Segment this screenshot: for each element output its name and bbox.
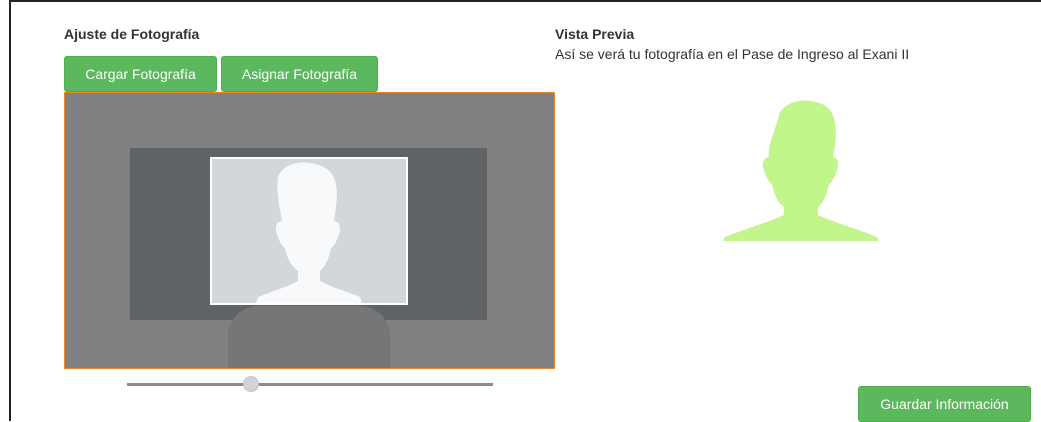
photo-adjust-title: Ajuste de Fotografía — [64, 26, 200, 42]
assign-photo-button[interactable]: Asignar Fotografía — [221, 56, 378, 92]
load-photo-button[interactable]: Cargar Fotografía — [64, 56, 217, 92]
zoom-slider-track[interactable] — [127, 383, 493, 386]
source-image-overflow — [228, 306, 390, 368]
zoom-slider[interactable] — [127, 376, 493, 392]
save-information-button[interactable]: Guardar Información — [858, 386, 1031, 422]
zoom-slider-handle[interactable] — [243, 376, 259, 392]
avatar-placeholder-icon — [256, 162, 362, 303]
photo-preview — [705, 95, 898, 241]
crop-area[interactable] — [64, 92, 555, 369]
crop-selection-box[interactable] — [210, 157, 408, 305]
preview-description: Así se verá tu fotografía en el Pase de … — [555, 46, 910, 62]
preview-title: Vista Previa — [555, 26, 635, 42]
avatar-preview-icon — [723, 100, 879, 241]
